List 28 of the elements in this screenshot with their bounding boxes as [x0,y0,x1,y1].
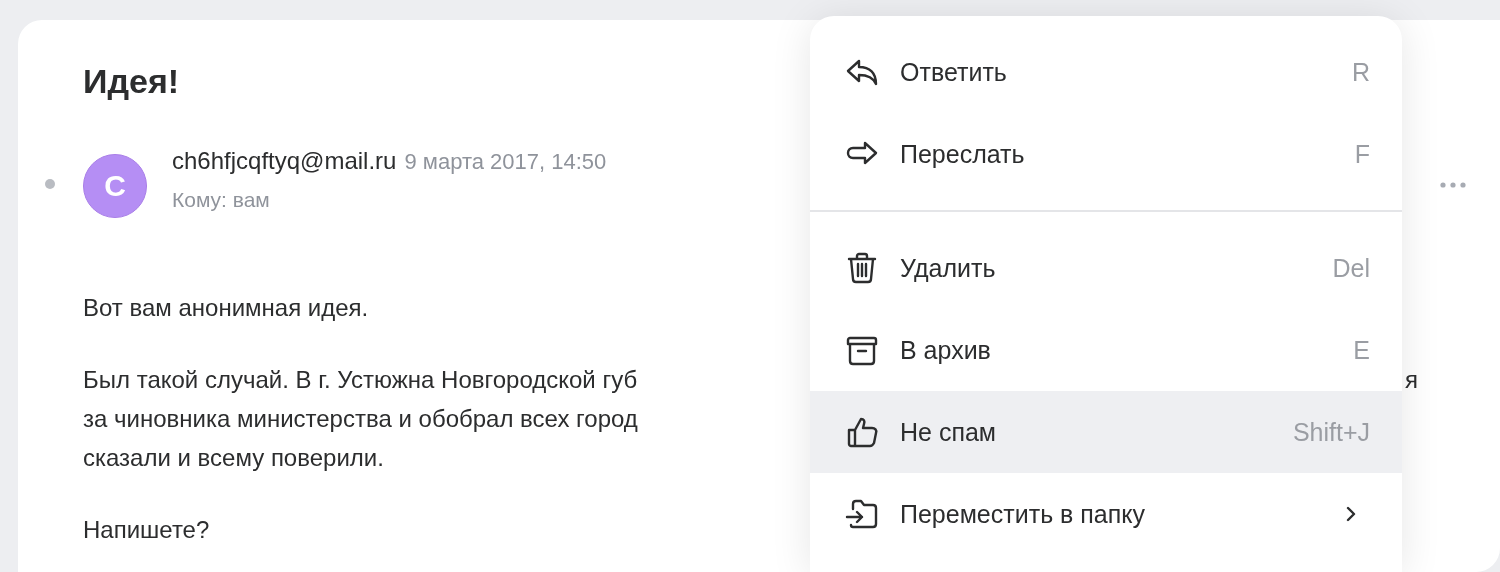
shortcut-text: Del [1332,253,1370,283]
body-text: Вот вам анонимная идея. [83,294,369,321]
shortcut-text: F [1354,139,1370,169]
sender-avatar: C [83,154,147,218]
sender-email[interactable]: ch6hfjcqftyq@mail.ru [172,144,397,178]
shortcut-text: E [1353,335,1370,365]
unread-dot[interactable] [45,179,55,189]
body-text: Был такой случай. В г. Устюжна Новгородской губ [83,366,638,393]
menu-item[interactable]: В архив E [810,309,1402,391]
shortcut-text: Shift+J [1292,417,1370,447]
menu-item[interactable]: Ответить R [810,31,1402,113]
recipient-text: Кому: вам [172,188,271,212]
message-subject: Идея! [83,61,180,102]
body-text: я [1405,365,1418,395]
menu-item[interactable]: Переместить в папку [810,473,1402,555]
shortcut-text: R [1351,57,1370,87]
trash-icon [845,251,879,285]
message-date: 9 марта 2017, 14:50 [404,149,607,175]
thumbs-up-icon [845,415,879,449]
body-text: Напишете? [83,516,210,543]
body-text: сказали и всему поверили. [83,444,384,471]
move-to-folder-icon [845,497,879,531]
menu-item[interactable]: Не спам Shift+J [810,391,1402,473]
menu-item[interactable]: Переслать F [810,113,1402,195]
menu-item[interactable]: Удалить Del [810,227,1402,309]
chevron-right-icon [1346,506,1356,522]
body-text: за чиновника министерства и обобрал всех город [83,405,638,432]
more-icon[interactable] [1440,182,1466,188]
